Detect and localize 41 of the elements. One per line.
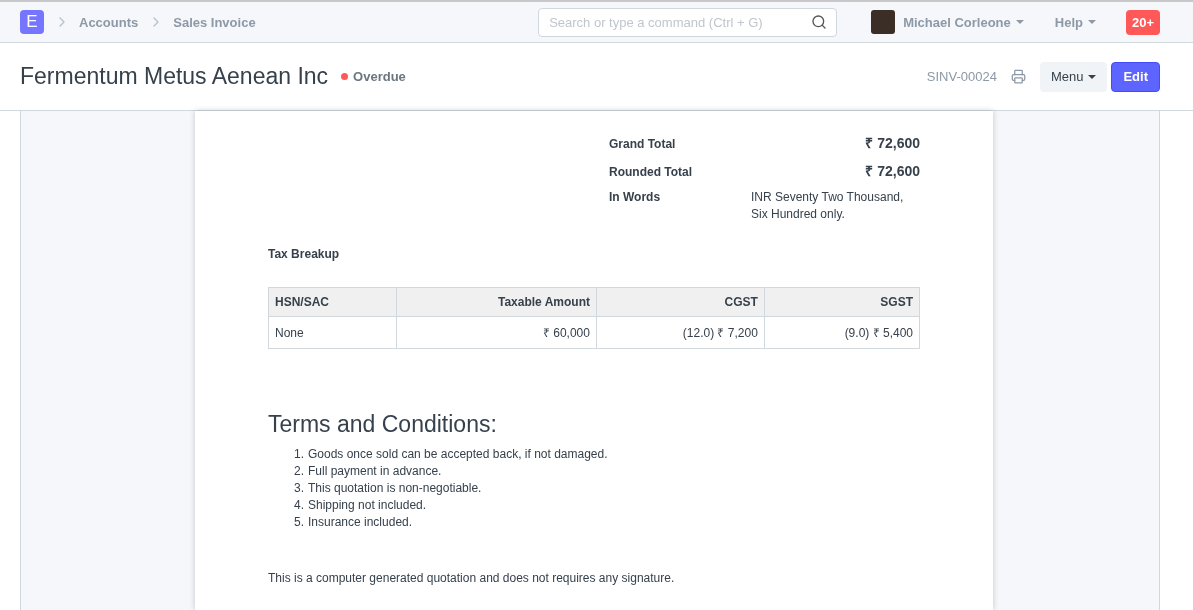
list-number: 1. bbox=[294, 446, 304, 463]
column-header: SGST bbox=[764, 287, 920, 317]
breadcrumb-link[interactable]: Accounts bbox=[79, 14, 139, 30]
total-label: Rounded Total bbox=[609, 165, 694, 179]
user-menu[interactable]: Michael Corleone bbox=[903, 14, 1024, 30]
menu-button[interactable]: Menu bbox=[1039, 61, 1108, 92]
notifications-badge[interactable]: 20+ bbox=[1125, 9, 1160, 35]
list-number: 3. bbox=[294, 480, 304, 497]
total-label: In Words bbox=[609, 190, 662, 204]
help-menu[interactable]: Help bbox=[1054, 14, 1096, 30]
table-cell: ₹ 60,000 bbox=[396, 316, 597, 349]
document-id: SINV-00024 bbox=[926, 69, 997, 84]
terms-item: Goods once sold can be accepted back, if not damaged. bbox=[308, 446, 608, 463]
search-field[interactable]: Search or type a command (Ctrl + G) bbox=[538, 7, 838, 37]
total-label: Grand Total bbox=[609, 137, 677, 151]
column-header: Taxable Amount bbox=[396, 287, 597, 317]
table-cell: (9.0) ₹ 5,400 bbox=[764, 316, 920, 349]
table-cell: None bbox=[268, 316, 397, 349]
total-value: ₹ 72,600 bbox=[864, 134, 920, 152]
edit-button[interactable]: Edit bbox=[1111, 61, 1160, 92]
terms-item: Full payment in advance. bbox=[308, 463, 442, 480]
list-number: 5. bbox=[294, 514, 304, 531]
total-value: INR Seventy Two Thousand, Six Hundred only. bbox=[751, 189, 905, 223]
total-value: ₹ 72,600 bbox=[864, 162, 920, 180]
column-header: HSN/SAC bbox=[268, 287, 397, 317]
list-number: 4. bbox=[294, 497, 304, 514]
section-title: Tax Breakup bbox=[268, 247, 341, 261]
status-label: Overdue bbox=[353, 69, 406, 84]
search-icon bbox=[811, 13, 828, 30]
terms-item: This quotation is non-negotiable. bbox=[308, 480, 482, 497]
avatar-photo-placeholder bbox=[871, 10, 896, 34]
terms-heading: Terms and Conditions: bbox=[268, 411, 498, 438]
table-cell: (12.0) ₹ 7,200 bbox=[596, 316, 765, 349]
list-number: 2. bbox=[294, 463, 304, 480]
column-header: CGST bbox=[596, 287, 765, 317]
terms-item: Shipping not included. bbox=[308, 497, 427, 514]
page-title: Fermentum Metus Aenean Inc bbox=[20, 63, 329, 90]
breadcrumb-link[interactable]: Sales Invoice bbox=[173, 14, 256, 30]
footer-note: This is a computer generated quotation and does not requires any signature. bbox=[268, 571, 676, 585]
app-logo[interactable]: E bbox=[20, 10, 44, 34]
terms-item: Insurance included. bbox=[308, 514, 413, 531]
